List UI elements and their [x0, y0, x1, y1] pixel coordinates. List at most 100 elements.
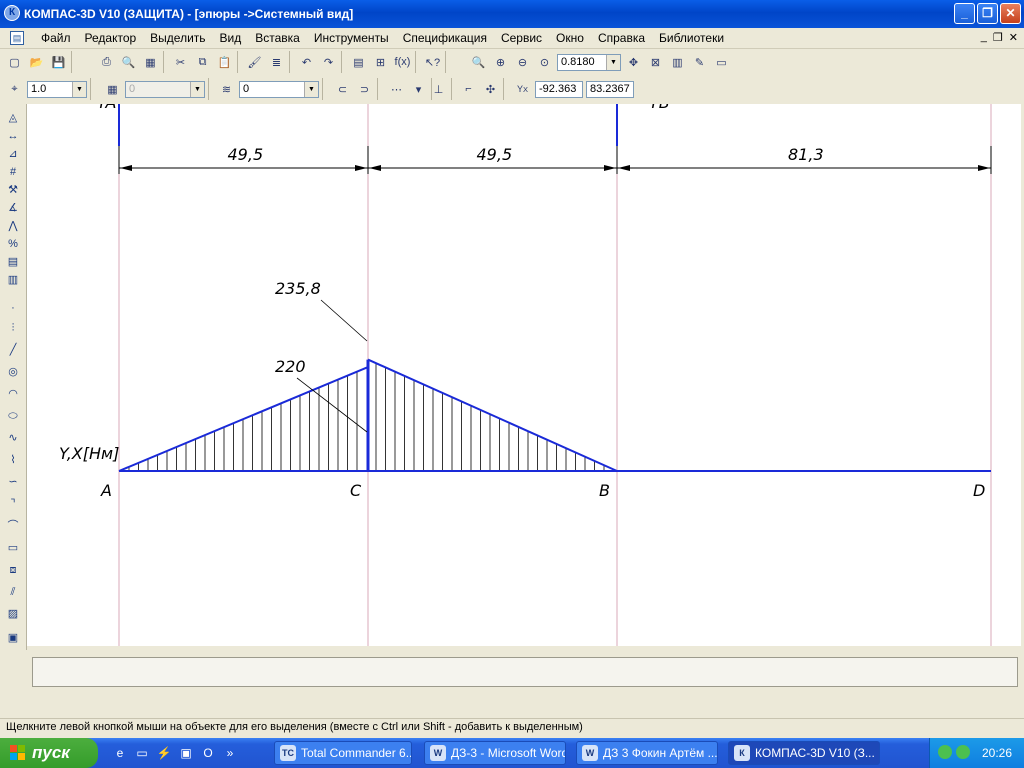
- print-preview-icon[interactable]: 🔍: [119, 53, 138, 72]
- arc-icon[interactable]: ◠: [4, 386, 22, 402]
- network-tray-icon[interactable]: [938, 745, 952, 759]
- magnet-snap-icon[interactable]: ⊂: [333, 80, 352, 99]
- rectangle-icon[interactable]: ▭: [4, 540, 22, 556]
- menu-item[interactable]: Спецификация: [396, 31, 494, 45]
- menu-item[interactable]: Сервис: [494, 31, 549, 45]
- winamp-icon[interactable]: ⚡: [156, 745, 172, 761]
- reports-icon[interactable]: ▥: [4, 272, 22, 288]
- moment-diagram[interactable]: YA YB 49,5 49,5 81,3 235,8 220 Y,X[Нм] A C B D: [27, 104, 1021, 646]
- format-brush-icon[interactable]: 🖌: [245, 53, 264, 72]
- coord-y-field[interactable]: 83.2367: [586, 80, 634, 98]
- kompas-app-icon[interactable]: К: [4, 5, 20, 21]
- edit-icon[interactable]: #: [4, 164, 22, 180]
- chevron-down-icon[interactable]: ▼: [606, 54, 620, 70]
- redo-icon[interactable]: ↷: [319, 53, 338, 72]
- mdi-minimize-icon[interactable]: _: [981, 31, 987, 44]
- fillet-icon[interactable]: ⌒: [4, 518, 22, 534]
- cut-icon[interactable]: ✂: [171, 53, 190, 72]
- undo-icon[interactable]: ↶: [297, 53, 316, 72]
- task-word-dz3[interactable]: W ДЗ-3 - Microsoft Word: [424, 741, 566, 765]
- zoom-scale-icon[interactable]: ⊙: [535, 53, 554, 72]
- display-icon[interactable]: ▭: [712, 53, 731, 72]
- task-total-commander[interactable]: TC Total Commander 6....: [274, 741, 412, 765]
- menu-item[interactable]: Файл: [34, 31, 78, 45]
- grid-icon[interactable]: ⋯: [387, 80, 406, 99]
- tree-icon[interactable]: ⊞: [371, 53, 390, 72]
- ortho-icon[interactable]: ⌐: [459, 80, 478, 99]
- pan-icon[interactable]: ✥: [624, 53, 643, 72]
- menu-item[interactable]: Выделить: [143, 31, 212, 45]
- spline-icon[interactable]: ∿: [4, 430, 22, 446]
- measure-icon[interactable]: ∡: [4, 200, 22, 216]
- copy-icon[interactable]: ⧉: [193, 53, 212, 72]
- properties-icon[interactable]: ▦: [141, 53, 160, 72]
- save-icon[interactable]: 💾: [49, 53, 68, 72]
- segment-icon[interactable]: ╱: [4, 342, 22, 358]
- start-button[interactable]: пуск: [0, 738, 98, 768]
- polyline-icon[interactable]: ⌇: [4, 452, 22, 468]
- menu-item[interactable]: Окно: [549, 31, 591, 45]
- chamfer-icon[interactable]: ⌝: [4, 496, 22, 512]
- menu-item[interactable]: Вид: [213, 31, 249, 45]
- paste-icon[interactable]: 📋: [215, 53, 234, 72]
- variables-fx-icon[interactable]: f(x): [393, 53, 412, 72]
- task-word-fokin[interactable]: W ДЗ 3 Фокин Артём ...: [576, 741, 718, 765]
- zoom-in-icon[interactable]: ⊕: [491, 53, 510, 72]
- security-tray-icon[interactable]: [956, 745, 970, 759]
- minimize-button[interactable]: _: [954, 3, 975, 24]
- task-kompas[interactable]: К КОМПАС-3D V10 (З...: [728, 741, 880, 765]
- dimensions-icon[interactable]: ↔: [4, 128, 22, 144]
- drawing-canvas[interactable]: YA YB 49,5 49,5 81,3 235,8 220 Y,X[Нм] A C B D: [27, 104, 1021, 646]
- spec-icon[interactable]: ▤: [4, 254, 22, 270]
- contour-icon[interactable]: ⧈: [4, 562, 22, 578]
- menu-item[interactable]: Инструменты: [307, 31, 396, 45]
- network-icon[interactable]: ▭: [134, 745, 150, 761]
- property-panel[interactable]: [32, 657, 1018, 687]
- menu-item[interactable]: Справка: [591, 31, 652, 45]
- magnet-local-icon[interactable]: ⊃: [355, 80, 374, 99]
- menu-item[interactable]: Библиотеки: [652, 31, 731, 45]
- selection-icon[interactable]: ⋀: [4, 218, 22, 234]
- designations-icon[interactable]: ⊿: [4, 146, 22, 162]
- scale-field[interactable]: 1.0 ▼: [27, 80, 87, 98]
- aux-line-icon[interactable]: ⫶: [4, 320, 22, 336]
- close-button[interactable]: ✕: [1000, 3, 1021, 24]
- chevron-down-icon[interactable]: ▼: [304, 81, 318, 97]
- hatch-icon[interactable]: ⫽: [4, 584, 22, 600]
- bezier-icon[interactable]: ∽: [4, 474, 22, 490]
- ellipse-icon[interactable]: ⬭: [4, 408, 22, 424]
- circle-icon[interactable]: ◎: [4, 364, 22, 380]
- coord-x-field[interactable]: -92.363: [535, 80, 583, 98]
- zoom-window-icon[interactable]: 🔍: [469, 53, 488, 72]
- layers-icon[interactable]: ≋: [217, 80, 236, 99]
- document-icon[interactable]: ▤: [10, 31, 24, 45]
- manager-icon[interactable]: ▤: [349, 53, 368, 72]
- disk-icon[interactable]: ▣: [178, 745, 194, 761]
- edit-pencil-icon[interactable]: ✎: [690, 53, 709, 72]
- opera-icon[interactable]: O: [200, 745, 216, 761]
- layer-field[interactable]: 0 ▼: [239, 80, 319, 98]
- list-icon[interactable]: ≣: [267, 53, 286, 72]
- new-document-icon[interactable]: ▢: [5, 53, 24, 72]
- menu-item[interactable]: Вставка: [248, 31, 307, 45]
- axes-icon[interactable]: ⊥: [429, 80, 448, 99]
- local-cs-icon[interactable]: ⌖: [5, 80, 24, 99]
- point-icon[interactable]: ·: [4, 300, 22, 316]
- fit-all-icon[interactable]: ⊠: [646, 53, 665, 72]
- zoom-out-icon[interactable]: ⊖: [513, 53, 532, 72]
- snap-points-icon[interactable]: ✣: [481, 80, 500, 99]
- chevron-down-icon[interactable]: ▼: [72, 81, 86, 97]
- geometry-icon[interactable]: ◬: [4, 110, 22, 126]
- mdi-restore-icon[interactable]: ❐: [993, 31, 1003, 44]
- menu-item[interactable]: Редактор: [78, 31, 144, 45]
- ie-icon[interactable]: e: [112, 745, 128, 761]
- restore-button[interactable]: ❐: [977, 3, 998, 24]
- help-pointer-icon[interactable]: ↖?: [423, 53, 442, 72]
- fill-icon[interactable]: ▨: [4, 606, 22, 622]
- refresh-icon[interactable]: ▥: [668, 53, 687, 72]
- mdi-close-icon[interactable]: ✕: [1009, 31, 1018, 44]
- print-icon[interactable]: ⎙: [97, 53, 116, 72]
- associative-views-icon[interactable]: %: [4, 236, 22, 252]
- zoom-value-field[interactable]: 0.8180 ▼: [557, 53, 621, 71]
- more-icon[interactable]: »: [222, 745, 238, 761]
